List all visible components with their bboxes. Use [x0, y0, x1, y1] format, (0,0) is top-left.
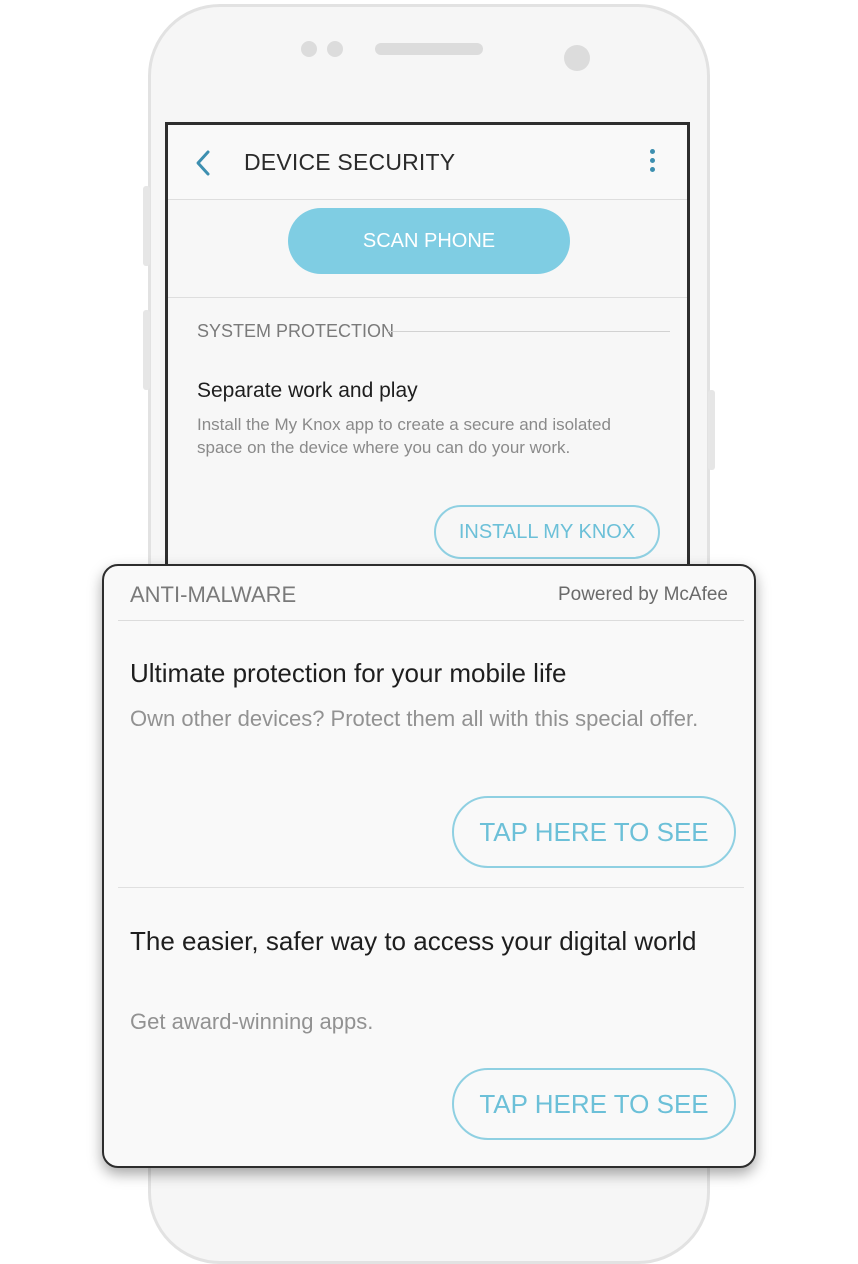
phone-screen: DEVICE SECURITY SCAN PHONE SYSTEM PROTEC… [165, 122, 690, 582]
app-bar: DEVICE SECURITY [168, 125, 687, 200]
card-divider [118, 620, 744, 621]
sensor-dot [301, 41, 317, 57]
tap-here-to-see-button[interactable]: TAP HERE TO SEE [452, 1068, 736, 1140]
knox-description: Install the My Knox app to create a secu… [197, 415, 611, 457]
volume-down-button [143, 310, 150, 390]
offer-description: Own other devices? Protect them all with… [130, 706, 699, 731]
anti-malware-card: ANTI-MALWARE Powered by McAfee Ultimate … [102, 564, 756, 1168]
system-protection-header: SYSTEM PROTECTION [197, 321, 395, 341]
chevron-left-icon[interactable] [194, 149, 214, 177]
offer-title: Ultimate protection for your mobile life [130, 658, 567, 688]
power-button [708, 390, 715, 470]
page-title: DEVICE SECURITY [244, 149, 456, 175]
knox-title: Separate work and play [197, 379, 418, 402]
sensor-dot [327, 41, 343, 57]
powered-by-label: Powered by McAfee [557, 584, 728, 605]
offer-title: The easier, safer way to access your dig… [130, 926, 697, 956]
section-divider [388, 331, 670, 332]
front-camera [564, 45, 590, 71]
scan-section: SCAN PHONE [168, 200, 687, 298]
tap-here-to-see-button[interactable]: TAP HERE TO SEE [452, 796, 736, 868]
anti-malware-header: ANTI-MALWARE [130, 582, 297, 607]
more-vertical-icon[interactable] [642, 149, 662, 179]
offer-description: Get award-winning apps. [130, 1009, 374, 1034]
volume-up-button [143, 186, 150, 266]
install-my-knox-button[interactable]: INSTALL MY KNOX [434, 505, 660, 559]
card-divider [118, 887, 744, 888]
earpiece-speaker [375, 43, 483, 55]
scan-phone-button[interactable]: SCAN PHONE [288, 208, 570, 274]
